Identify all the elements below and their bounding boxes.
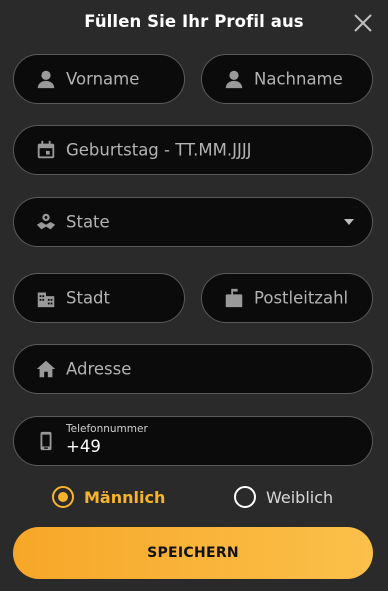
calendar-icon [37,140,55,159]
address-placeholder: Adresse [66,359,132,379]
home-icon [36,360,56,378]
radio-selected-icon [52,486,74,508]
user-icon [37,70,55,89]
phone-field[interactable]: Telefonnummer +49 [13,416,373,466]
gender-male-label: Männlich [84,487,166,507]
city-field[interactable]: Stadt [13,273,185,323]
gender-male-radio[interactable]: Männlich [52,484,165,510]
map-icon [36,213,56,230]
first-name-field[interactable]: Vorname [13,54,185,104]
postal-code-field[interactable]: Postleitzahl [201,273,373,323]
first-name-placeholder: Vorname [66,69,140,89]
mailbox-icon [225,288,243,308]
state-select[interactable]: State [13,197,373,247]
city-placeholder: Stadt [66,288,110,308]
birthday-field[interactable]: Geburtstag - TT.MM.JJJJ [13,125,373,175]
state-placeholder: State [66,212,110,232]
close-icon [354,14,372,32]
address-field[interactable]: Adresse [13,344,373,394]
close-button[interactable] [352,12,374,34]
postal-code-placeholder: Postleitzahl [254,288,349,308]
birthday-placeholder: Geburtstag - TT.MM.JJJJ [66,140,252,160]
phone-label: Telefonnummer [66,423,148,435]
last-name-field[interactable]: Nachname [201,54,373,104]
gender-female-radio[interactable]: Weiblich [234,484,333,510]
profile-form-modal: Füllen Sie Ihr Profil aus Vorname Nachna… [0,0,388,591]
modal-title: Füllen Sie Ihr Profil aus [84,12,304,31]
phone-icon [40,431,52,451]
building-icon [37,292,55,308]
gender-female-label: Weiblich [266,487,334,507]
chevron-down-icon [344,219,354,225]
last-name-placeholder: Nachname [254,69,343,89]
save-button[interactable]: SPEICHERN [13,527,373,579]
phone-value: +49 [66,437,101,456]
radio-unselected-icon [234,486,256,508]
user-icon [225,70,243,89]
